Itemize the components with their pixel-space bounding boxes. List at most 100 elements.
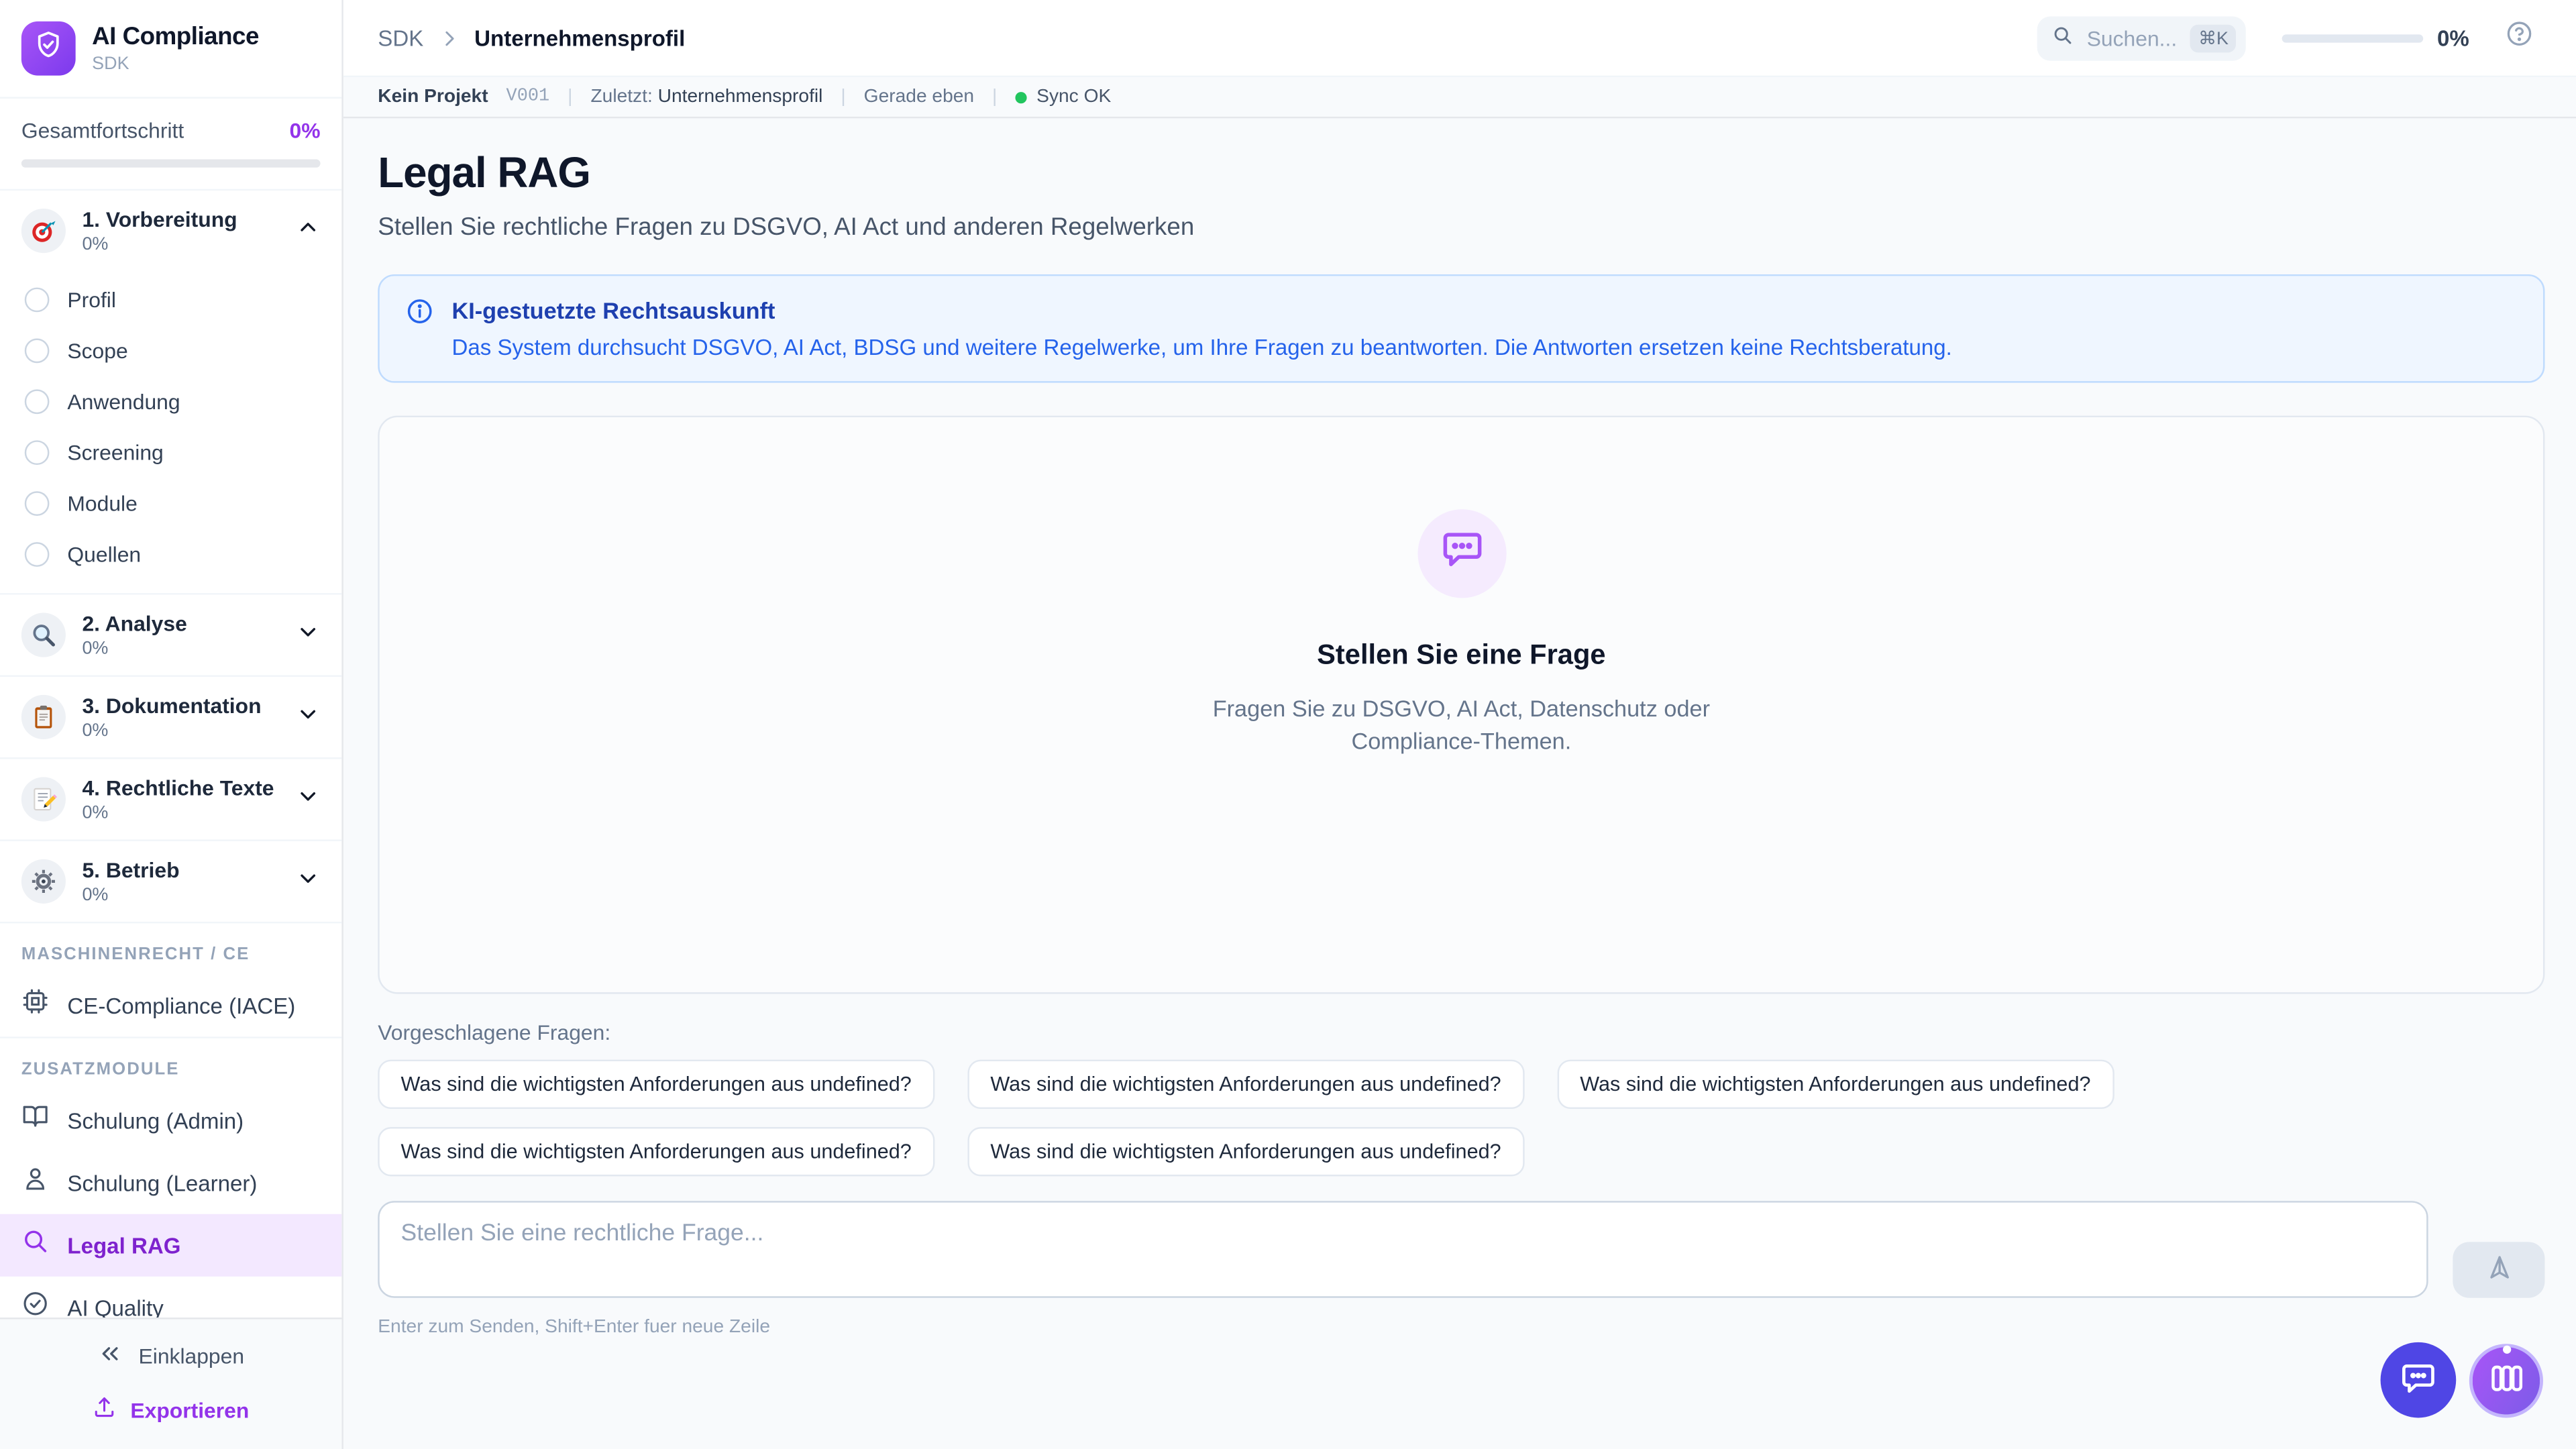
collapse-sidebar-button[interactable]: Einklappen xyxy=(97,1340,244,1372)
sidebar-item-profil[interactable]: Profil xyxy=(0,274,341,325)
sync-ok-dot xyxy=(1015,91,1026,103)
overall-progress: Gesamtfortschritt 0% xyxy=(0,99,341,189)
info-banner-title: KI-gestuetzte Rechtsauskunft xyxy=(451,297,1951,323)
chevron-down-icon xyxy=(296,619,321,651)
suggestion-chip[interactable]: Was sind die wichtigsten Anforderungen a… xyxy=(1557,1060,2114,1109)
radio-circle-icon xyxy=(25,338,50,363)
send-icon xyxy=(2485,1254,2513,1287)
app-logo xyxy=(21,21,76,76)
section-progress: 0% xyxy=(82,639,279,659)
section-label: 1. Vorbereitung xyxy=(82,207,279,232)
group-label-zusatzmodule: ZUSATZMODULE xyxy=(0,1038,341,1089)
sidebar-item-ce-compliance[interactable]: CE-Compliance (IACE) xyxy=(0,974,341,1036)
user-icon xyxy=(21,1165,50,1201)
chevron-down-icon xyxy=(296,700,321,733)
info-banner: KI-gestuetzte Rechtsauskunft Das System … xyxy=(378,274,2544,383)
chat-empty-body: Fragen Sie zu DSGVO, AI Act, Datenschutz… xyxy=(1190,692,1732,758)
section-progress: 0% xyxy=(82,721,279,741)
page-subtitle: Stellen Sie rechtliche Fragen zu DSGVO, … xyxy=(378,213,2544,241)
sidebar-section-betrieb[interactable]: 5. Betrieb 0% xyxy=(0,841,341,922)
header-progress-bar xyxy=(2283,34,2424,42)
suggestion-chips: Was sind die wichtigsten Anforderungen a… xyxy=(378,1060,2415,1177)
sidebar-item-scope[interactable]: Scope xyxy=(0,325,341,376)
last-label: Zuletzt: xyxy=(590,87,652,107)
overall-progress-label: Gesamtfortschritt xyxy=(21,118,184,143)
sidebar-item-module[interactable]: Module xyxy=(0,478,341,529)
notification-dot xyxy=(2502,1344,2510,1352)
suggestion-chip[interactable]: Was sind die wichtigsten Anforderungen a… xyxy=(378,1127,934,1176)
sidebar-section-dokumentation[interactable]: 3. Dokumentation 0% xyxy=(0,677,341,757)
book-open-icon xyxy=(21,1102,50,1138)
radio-circle-icon xyxy=(25,288,50,313)
suggestion-chip[interactable]: Was sind die wichtigsten Anforderungen a… xyxy=(378,1060,934,1109)
suggestion-chip[interactable]: Was sind die wichtigsten Anforderungen a… xyxy=(967,1127,1524,1176)
upload-icon xyxy=(93,1395,117,1424)
suggestions-label: Vorgeschlagene Fragen: xyxy=(378,1020,2544,1045)
section-label: 2. Analyse xyxy=(82,611,279,636)
suggestion-chip[interactable]: Was sind die wichtigsten Anforderungen a… xyxy=(967,1060,1524,1109)
chevrons-left-icon xyxy=(97,1340,123,1372)
sidebar-footer: Einklappen Exportieren xyxy=(0,1318,341,1449)
status-bar: Kein Projekt V001 | Zuletzt: Unternehmen… xyxy=(343,77,2576,118)
radio-circle-icon xyxy=(25,491,50,516)
shield-check-icon xyxy=(33,29,64,68)
check-circle-icon xyxy=(21,1289,50,1318)
memo-icon xyxy=(21,777,66,821)
chevron-up-icon xyxy=(296,215,321,248)
radio-circle-icon xyxy=(25,389,50,414)
gear-icon xyxy=(21,859,66,904)
section-progress: 0% xyxy=(82,885,279,905)
chat-panel: Stellen Sie eine Frage Fragen Sie zu DSG… xyxy=(378,416,2544,994)
page-title: Legal RAG xyxy=(378,148,2544,199)
sidebar-item-ai-quality[interactable]: AI Quality xyxy=(0,1277,341,1318)
radio-circle-icon xyxy=(25,542,50,567)
sidebar-section-analyse[interactable]: 2. Analyse 0% xyxy=(0,595,341,676)
columns-fab-button[interactable] xyxy=(2469,1343,2543,1417)
chat-bubble-badge xyxy=(1417,509,1505,598)
sidebar-item-screening[interactable]: Screening xyxy=(0,427,341,478)
header-progress: 0% xyxy=(2283,25,2469,50)
breadcrumb-root[interactable]: SDK xyxy=(378,25,423,50)
sidebar-item-schulung-admin[interactable]: Schulung (Admin) xyxy=(0,1089,341,1152)
input-hint: Enter zum Senden, Shift+Enter fuer neue … xyxy=(378,1318,2544,1337)
message-bubble-icon xyxy=(2399,1358,2438,1402)
header-progress-value: 0% xyxy=(2437,25,2469,50)
sidebar-item-schulung-learner[interactable]: Schulung (Learner) xyxy=(0,1152,341,1214)
app-title: AI Compliance xyxy=(92,23,259,51)
overall-progress-value: 0% xyxy=(290,118,321,143)
section-label: 4. Rechtliche Texte xyxy=(82,775,279,800)
sidebar-item-anwendung[interactable]: Anwendung xyxy=(0,376,341,427)
chat-fab-button[interactable] xyxy=(2381,1342,2457,1418)
columns-icon xyxy=(2488,1360,2524,1401)
group-label-maschinenrecht: MASCHINENRECHT / CE xyxy=(0,923,341,974)
sidebar-section-rechtliche-texte[interactable]: 4. Rechtliche Texte 0% xyxy=(0,759,341,839)
sidebar-item-quellen[interactable]: Quellen xyxy=(0,529,341,580)
sidebar-nav: 1. Vorbereitung 0% Profil Scope xyxy=(0,189,341,1318)
sidebar-section-vorbereitung[interactable]: 1. Vorbereitung 0% xyxy=(0,191,341,271)
overall-progress-bar xyxy=(21,160,321,168)
sync-status: Sync OK xyxy=(1015,87,1111,107)
send-button[interactable] xyxy=(2453,1242,2544,1297)
help-icon[interactable] xyxy=(2506,19,2534,56)
main-area: SDK Unternehmensprofil Suchen... ⌘K xyxy=(343,0,2576,1449)
chevron-down-icon xyxy=(296,865,321,898)
magnifier-icon xyxy=(21,612,66,657)
keyboard-shortcut-badge: ⌘K xyxy=(2190,24,2237,52)
page-content: Legal RAG Stellen Sie rechtliche Fragen … xyxy=(343,118,2576,1449)
search-icon xyxy=(2052,25,2074,51)
breadcrumb-current: Unternehmensprofil xyxy=(474,25,685,50)
question-input[interactable] xyxy=(378,1201,2428,1297)
chevron-down-icon xyxy=(296,783,321,816)
info-icon xyxy=(406,297,434,360)
project-name: Kein Projekt xyxy=(378,87,488,107)
search-placeholder: Suchen... xyxy=(2087,25,2178,50)
app-window: AI Compliance SDK Gesamtfortschritt 0% xyxy=(0,0,2576,1449)
global-search-button[interactable]: Suchen... ⌘K xyxy=(2037,15,2247,60)
last-value: Unternehmensprofil xyxy=(658,87,823,107)
section-progress: 0% xyxy=(82,235,279,254)
section-label: 5. Betrieb xyxy=(82,857,279,882)
app-subtitle: SDK xyxy=(92,54,259,74)
sidebar-item-legal-rag[interactable]: Legal RAG xyxy=(0,1214,341,1277)
export-button[interactable]: Exportieren xyxy=(93,1395,249,1424)
sidebar: AI Compliance SDK Gesamtfortschritt 0% xyxy=(0,0,343,1449)
